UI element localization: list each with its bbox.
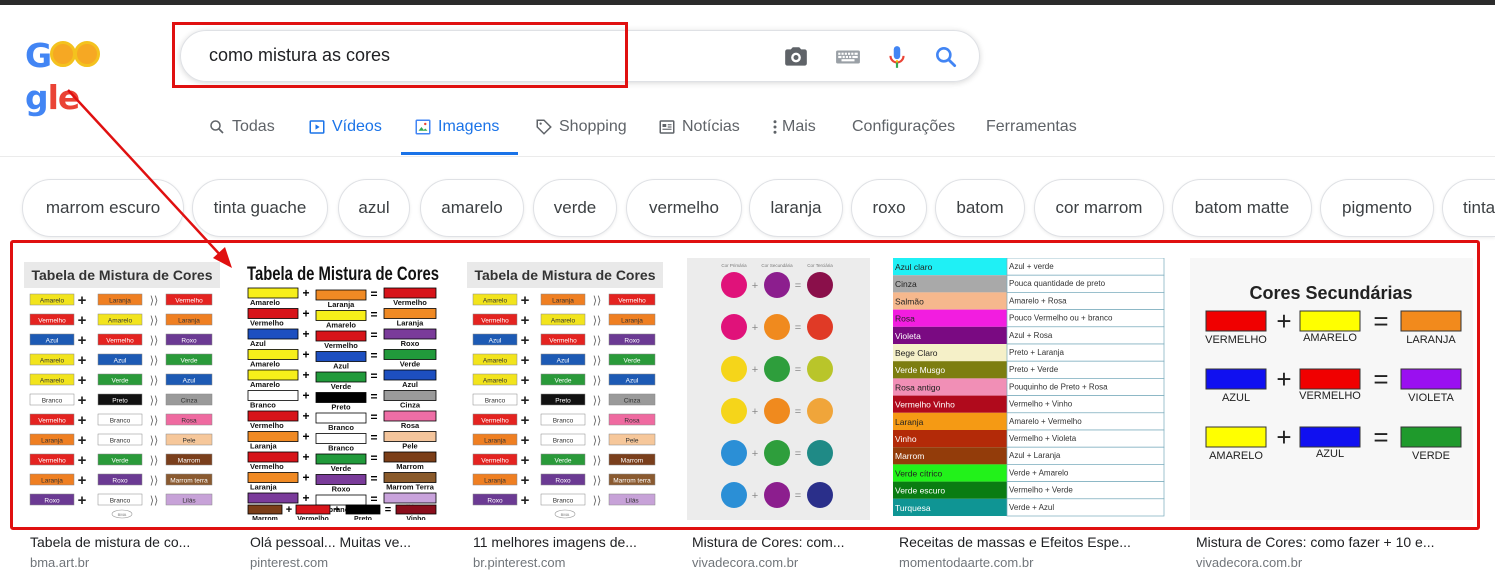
video-icon (309, 120, 325, 134)
tab-todas[interactable]: Todas (208, 118, 275, 154)
result-source[interactable]: vivadecora.com.br (1196, 555, 1302, 570)
chip[interactable]: cor marrom (1034, 179, 1164, 237)
result-source[interactable]: br.pinterest.com (473, 555, 566, 570)
chip[interactable]: vermelho (626, 179, 742, 237)
chip[interactable]: roxo (851, 179, 927, 237)
chip[interactable]: verde (533, 179, 617, 237)
tab-ferramentas[interactable]: Ferramentas (986, 118, 1077, 154)
doodle-sun-icon (74, 40, 101, 67)
image-icon (415, 119, 431, 135)
result-source[interactable]: momentodaarte.com.br (899, 555, 1033, 570)
chip[interactable]: batom (935, 179, 1025, 237)
tab-configuracoes[interactable]: Configurações (852, 118, 955, 154)
doodle-sun-icon (50, 40, 77, 67)
tab-label: Configurações (852, 118, 956, 135)
tab-label: Imagens (438, 118, 500, 136)
result-caption[interactable]: Tabela de mistura de co... (30, 534, 190, 550)
tab-label: Ferramentas (986, 118, 1077, 135)
tab-noticias[interactable]: Notícias (658, 118, 740, 154)
chip[interactable]: amarelo (420, 179, 524, 237)
result-source[interactable]: bma.art.br (30, 555, 89, 570)
google-doodle-logo[interactable]: Ggle (25, 34, 145, 117)
more-vert-icon (773, 120, 777, 134)
chip[interactable]: pigmento (1320, 179, 1434, 237)
search-icon[interactable] (933, 44, 959, 70)
tab-mais[interactable]: Mais (772, 118, 816, 154)
microphone-icon[interactable] (884, 44, 910, 70)
annotation-box-search (172, 22, 628, 88)
logo-letter: G (25, 36, 52, 75)
tab-shopping[interactable]: Shopping (535, 118, 627, 154)
tab-label: Notícias (682, 118, 740, 136)
tab-label: Mais (782, 118, 816, 136)
result-caption[interactable]: Mistura de Cores: como fazer + 10 e... (1196, 534, 1435, 550)
result-caption[interactable]: Mistura de Cores: com... (692, 534, 845, 550)
keyboard-icon[interactable] (835, 44, 861, 70)
result-caption[interactable]: Receitas de massas e Efeitos Espe... (899, 534, 1131, 550)
tab-label: Todas (232, 118, 275, 136)
active-tab-indicator (401, 152, 518, 155)
news-icon (659, 120, 675, 134)
tab-videos[interactable]: Vídeos (308, 118, 382, 154)
camera-icon[interactable] (783, 44, 809, 70)
chip[interactable]: tinta guache (192, 179, 328, 237)
result-source[interactable]: vivadecora.com.br (692, 555, 798, 570)
chip[interactable]: laranja (749, 179, 843, 237)
top-bar (0, 0, 1495, 5)
tag-icon (536, 119, 552, 135)
annotation-box-results (10, 240, 1480, 530)
search-icon (210, 120, 224, 134)
result-caption[interactable]: Olá pessoal... Muitas ve... (250, 534, 411, 550)
chip[interactable]: batom matte (1172, 179, 1312, 237)
tab-imagens[interactable]: Imagens (414, 118, 499, 154)
result-source[interactable]: pinterest.com (250, 555, 328, 570)
chip[interactable]: marrom escuro (22, 179, 184, 237)
chip[interactable]: azul (338, 179, 410, 237)
tab-label: Vídeos (332, 118, 382, 136)
header-divider (0, 156, 1495, 157)
chip[interactable]: tinta (1442, 179, 1495, 237)
result-caption[interactable]: 11 melhores imagens de... (473, 534, 637, 550)
logo-letters: gle (25, 78, 80, 117)
tab-label: Shopping (559, 118, 627, 136)
